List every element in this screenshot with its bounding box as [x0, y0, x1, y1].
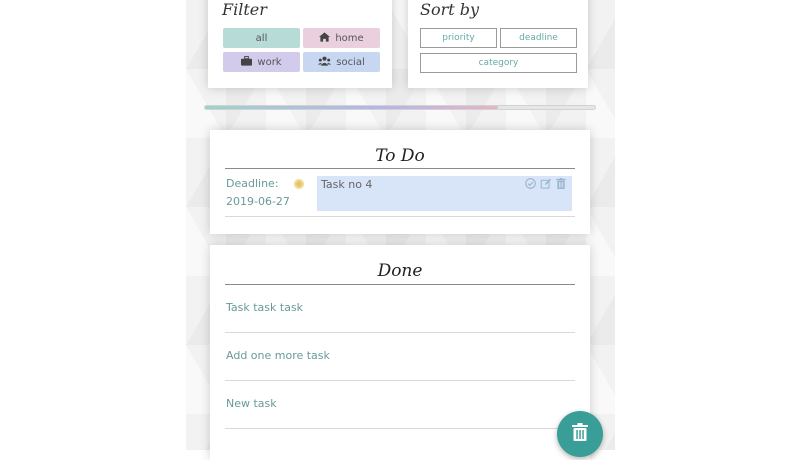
- done-title-rule: [225, 284, 575, 285]
- done-item-divider: [225, 428, 575, 429]
- task-actions: [525, 178, 566, 192]
- filter-home-button[interactable]: home: [303, 28, 380, 48]
- sort-category-button[interactable]: category: [420, 53, 577, 73]
- filter-social-button[interactable]: social: [303, 52, 380, 72]
- todo-deadline: Deadline: 2019-06-27: [226, 175, 290, 211]
- todo-title: To Do: [375, 146, 425, 166]
- filter-home-label: home: [335, 32, 364, 44]
- priority-dot-icon[interactable]: [294, 179, 304, 189]
- todo-title-rule: [225, 168, 575, 169]
- filter-panel: Filter all home work social: [208, 0, 392, 88]
- edit-icon[interactable]: [540, 178, 552, 192]
- done-title: Done: [377, 261, 423, 281]
- home-icon: [319, 31, 331, 45]
- filter-work-button[interactable]: work: [223, 52, 300, 72]
- filter-work-label: work: [257, 56, 282, 68]
- delete-fab-button[interactable]: [557, 411, 603, 457]
- done-panel: Done Task task task Add one more task Ne…: [210, 245, 590, 460]
- trash-small-icon[interactable]: [556, 178, 566, 192]
- deadline-date: 2019-06-27: [226, 195, 290, 208]
- sort-title: Sort by: [420, 0, 480, 19]
- task-text: Task no 4: [321, 178, 373, 191]
- sort-priority-button[interactable]: priority: [420, 28, 497, 48]
- users-icon: [318, 56, 332, 69]
- todo-item-divider: [225, 216, 575, 217]
- sort-panel: Sort by priority deadline category: [408, 0, 588, 88]
- todo-task-card[interactable]: Task no 4: [317, 176, 572, 211]
- filter-all-label: all: [255, 32, 268, 44]
- progress-fill: [205, 106, 498, 109]
- filter-all-button[interactable]: all: [223, 28, 300, 48]
- done-item-divider: [225, 380, 575, 381]
- briefcase-icon: [241, 55, 253, 69]
- filter-social-label: social: [336, 56, 365, 68]
- done-item-divider: [225, 332, 575, 333]
- todo-panel: To Do Deadline: 2019-06-27 Task no 4: [210, 130, 590, 234]
- sort-deadline-button[interactable]: deadline: [500, 28, 577, 48]
- done-item[interactable]: Task task task: [226, 301, 303, 314]
- done-item[interactable]: New task: [226, 397, 277, 410]
- progress-bar: [204, 105, 596, 110]
- check-circle-icon[interactable]: [525, 178, 536, 192]
- filter-title: Filter: [222, 0, 267, 19]
- trash-icon: [572, 423, 588, 445]
- done-item[interactable]: Add one more task: [226, 349, 330, 362]
- deadline-label: Deadline:: [226, 177, 279, 190]
